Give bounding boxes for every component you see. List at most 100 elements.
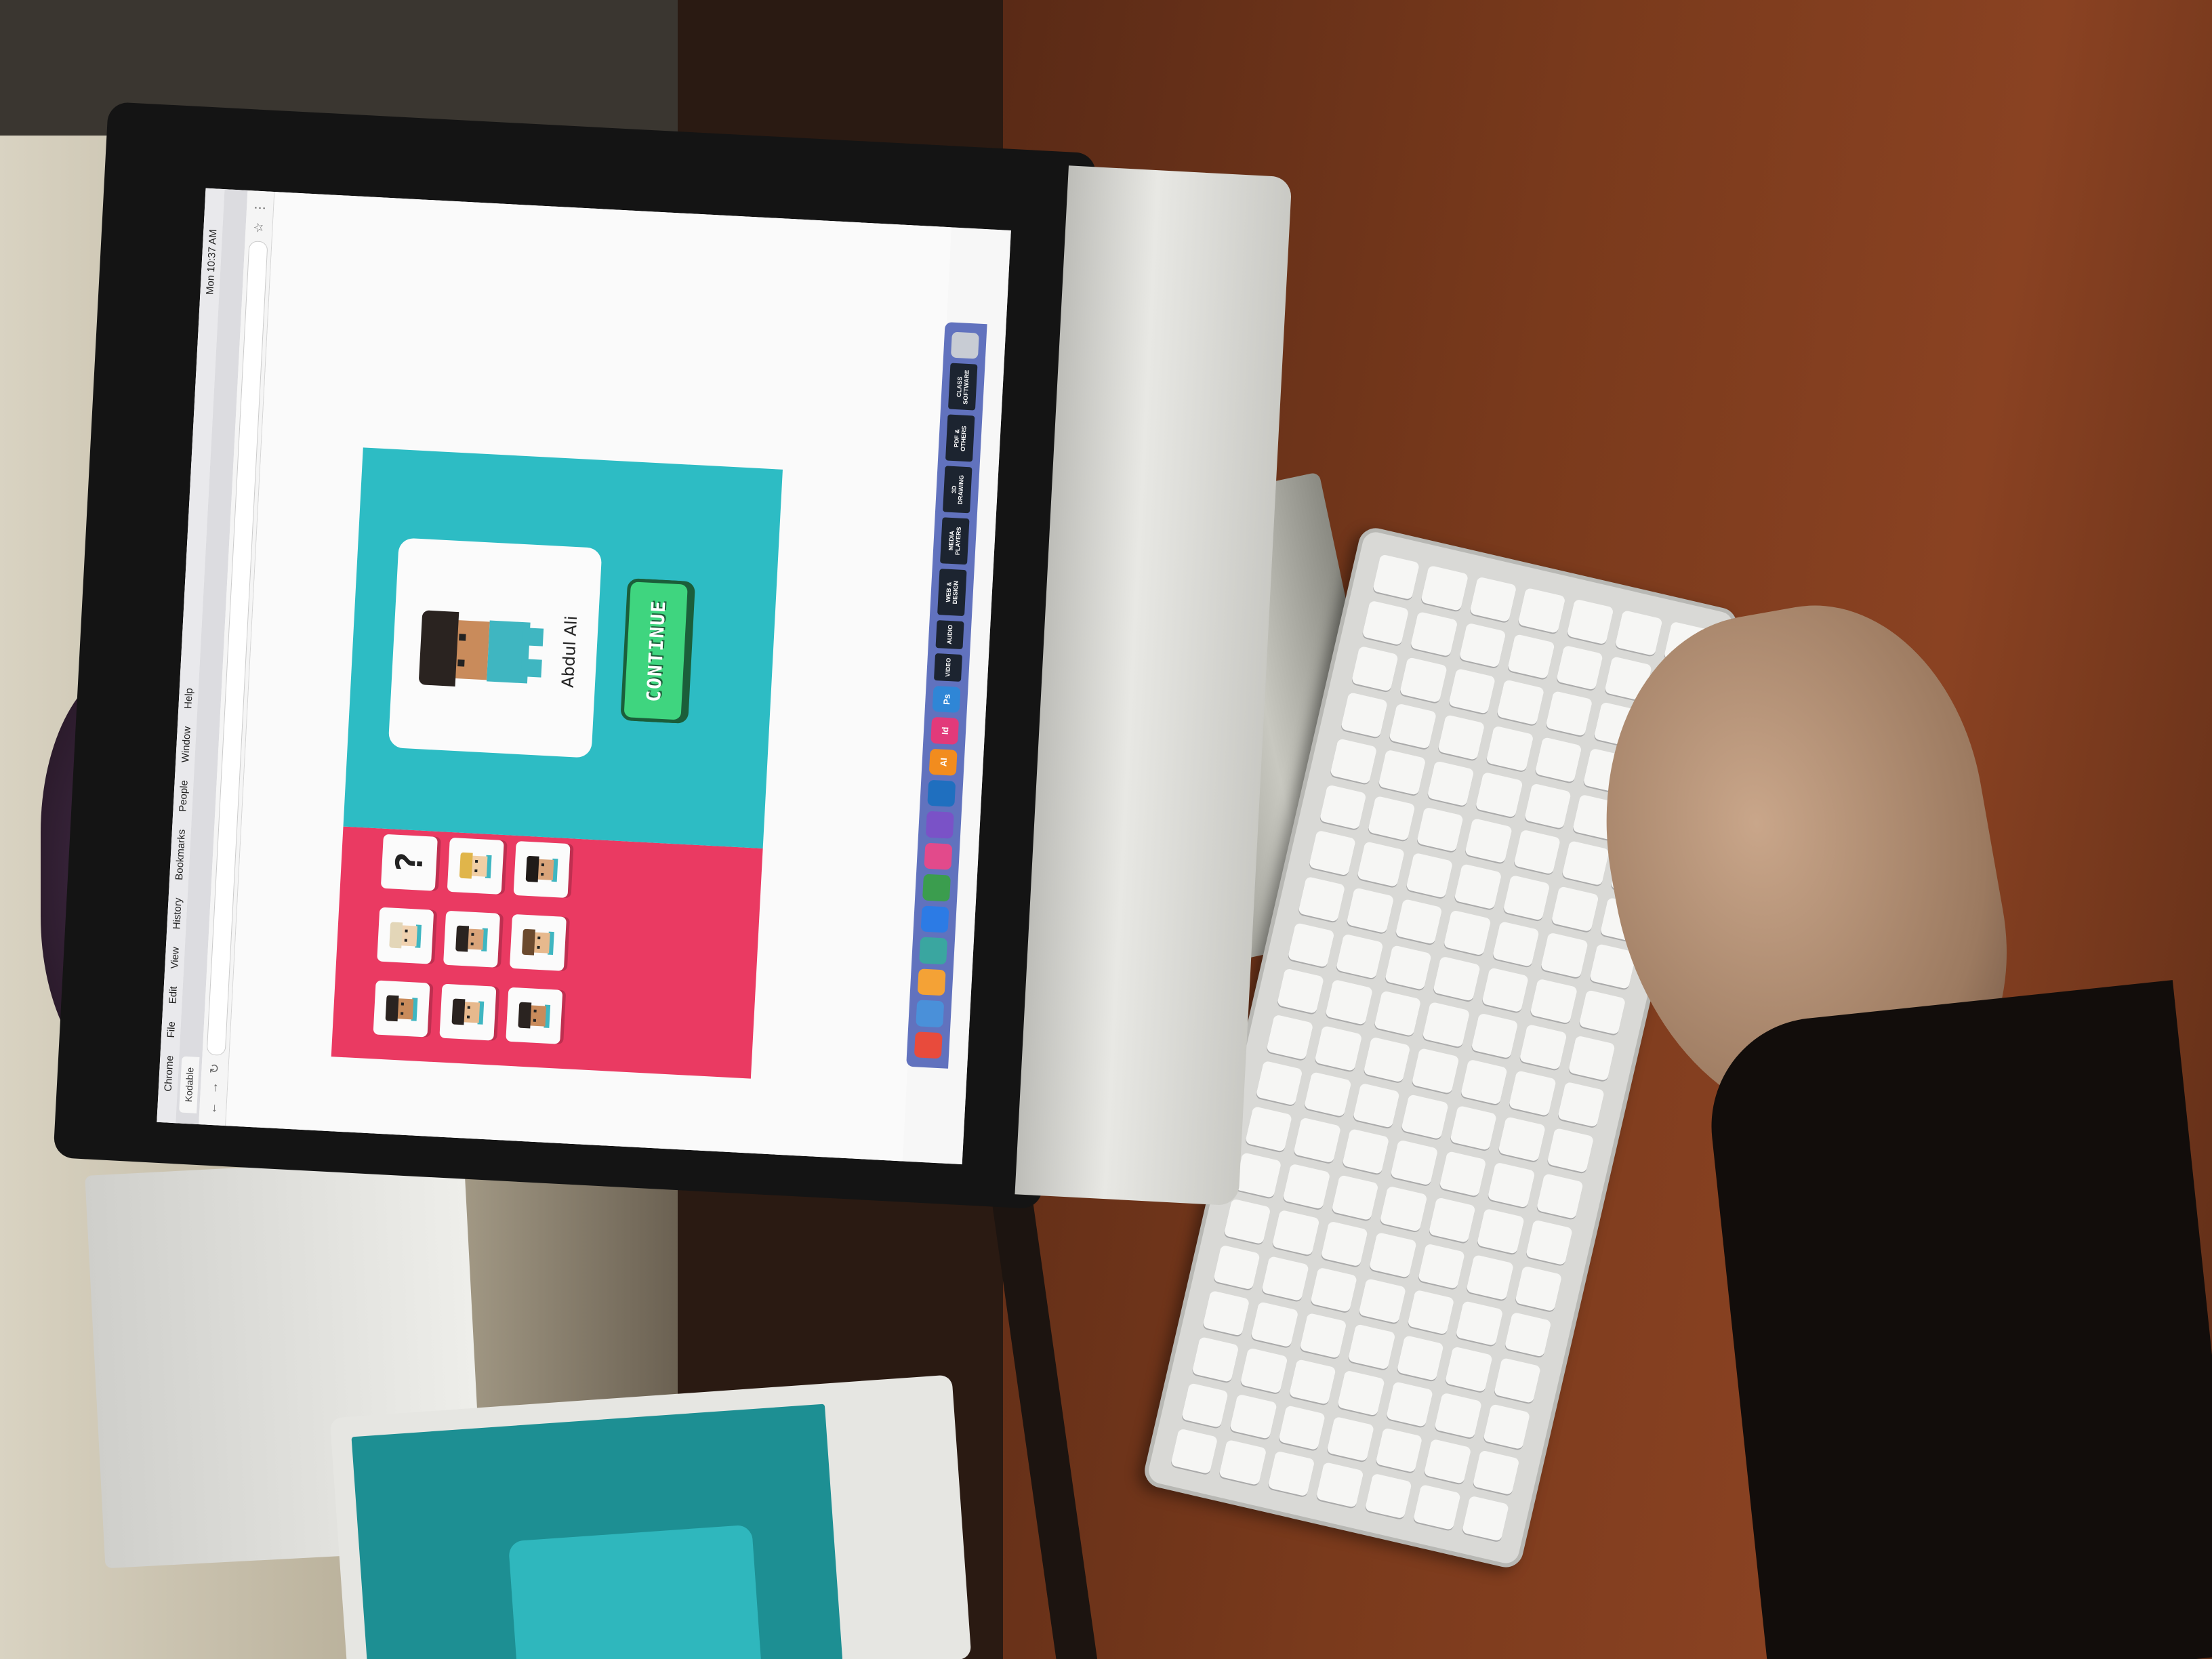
keyboard-key[interactable]: [1568, 1035, 1616, 1082]
keyboard-key[interactable]: [1385, 1381, 1434, 1427]
keyboard-key[interactable]: [1340, 692, 1389, 738]
keyboard-key[interactable]: [1561, 840, 1610, 886]
keyboard-key[interactable]: [1379, 1185, 1428, 1232]
keyboard-key[interactable]: [1407, 1289, 1455, 1335]
continue-button[interactable]: CONTINUE: [620, 578, 692, 724]
keyboard-key[interactable]: [1410, 611, 1458, 657]
dock-app-icon[interactable]: [914, 1031, 943, 1059]
keyboard-key[interactable]: [1578, 989, 1626, 1036]
keyboard-key[interactable]: [1498, 1116, 1546, 1162]
menu-item[interactable]: Window: [180, 726, 193, 762]
keyboard-key[interactable]: [1466, 1254, 1514, 1300]
avatar-tile[interactable]: [513, 840, 571, 899]
keyboard-key[interactable]: [1536, 1173, 1584, 1220]
keyboard-key[interactable]: [1493, 1357, 1541, 1404]
keyboard-key[interactable]: [1469, 576, 1517, 623]
keyboard-key[interactable]: [1240, 1347, 1288, 1394]
keyboard-key[interactable]: [1170, 1428, 1218, 1475]
dock-folder[interactable]: 3D DRAWING: [943, 466, 972, 514]
keyboard-key[interactable]: [1486, 725, 1534, 772]
keyboard-key[interactable]: [1375, 1427, 1423, 1473]
keyboard-key[interactable]: [1396, 1335, 1444, 1381]
keyboard-key[interactable]: [1475, 771, 1523, 818]
keyboard-key[interactable]: [1304, 1071, 1352, 1118]
keyboard-key[interactable]: [1395, 898, 1443, 945]
keyboard-key[interactable]: [1444, 1346, 1493, 1393]
keyboard-key[interactable]: [1372, 554, 1420, 600]
keyboard-key[interactable]: [1460, 1059, 1508, 1105]
dock-app-icon[interactable]: [919, 937, 948, 965]
menubar-clock[interactable]: Mon 10:37 AM: [204, 229, 219, 295]
keyboard-key[interactable]: [1471, 1012, 1519, 1059]
browser-tab[interactable]: Kodable: [179, 1056, 200, 1113]
keyboard-key[interactable]: [1337, 1370, 1385, 1416]
menu-item[interactable]: View: [169, 947, 182, 969]
menu-dots-icon[interactable]: ⋮: [253, 201, 268, 214]
keyboard-key[interactable]: [1454, 863, 1502, 910]
menu-item[interactable]: Edit: [167, 986, 179, 1004]
keyboard-key[interactable]: [1390, 1139, 1439, 1186]
keyboard-key[interactable]: [1229, 1393, 1277, 1440]
keyboard-key[interactable]: [1378, 749, 1427, 796]
keyboard-key[interactable]: [1517, 587, 1566, 634]
keyboard-key[interactable]: [1492, 920, 1540, 967]
keyboard-key[interactable]: [1434, 1392, 1482, 1439]
keyboard-key[interactable]: [1433, 956, 1481, 1002]
keyboard-key[interactable]: [1525, 1219, 1573, 1266]
keyboard-key[interactable]: [1420, 565, 1469, 611]
keyboard-key[interactable]: [1315, 1462, 1364, 1508]
back-icon[interactable]: ←: [205, 1102, 220, 1115]
keyboard-key[interactable]: [1261, 1255, 1309, 1302]
keyboard-key[interactable]: [1422, 1002, 1471, 1048]
keyboard-key[interactable]: [1443, 909, 1492, 956]
keyboard-key[interactable]: [1287, 922, 1336, 968]
keyboard-key[interactable]: [1555, 644, 1604, 691]
keyboard-key[interactable]: [1363, 1036, 1411, 1083]
keyboard-key[interactable]: [1540, 932, 1589, 979]
keyboard-key[interactable]: [1544, 691, 1593, 737]
keyboard-key[interactable]: [1364, 1473, 1412, 1519]
keyboard-key[interactable]: [1250, 1301, 1299, 1348]
keyboard-key[interactable]: [1614, 610, 1663, 656]
keyboard-key[interactable]: [1472, 1449, 1520, 1496]
keyboard-key[interactable]: [1351, 646, 1399, 692]
keyboard-key[interactable]: [1487, 1162, 1536, 1208]
dock-folder[interactable]: PDF & OTHERS: [945, 414, 975, 462]
keyboard-key[interactable]: [1509, 1070, 1557, 1116]
keyboard-key[interactable]: [1181, 1382, 1229, 1429]
keyboard-key[interactable]: [1277, 1404, 1326, 1451]
keyboard-key[interactable]: [1325, 979, 1373, 1025]
trash-icon[interactable]: [950, 331, 979, 360]
mystery-avatar-tile[interactable]: ?: [380, 834, 438, 891]
keyboard-key[interactable]: [1346, 887, 1395, 933]
keyboard-key[interactable]: [1417, 1243, 1466, 1289]
keyboard-key[interactable]: [1369, 1231, 1417, 1278]
keyboard-key[interactable]: [1416, 806, 1465, 853]
keyboard-key[interactable]: [1437, 714, 1486, 760]
keyboard-key[interactable]: [1319, 784, 1368, 830]
keyboard-key[interactable]: [1502, 874, 1551, 921]
keyboard-key[interactable]: [1504, 1311, 1552, 1357]
keyboard-key[interactable]: [1244, 1106, 1293, 1153]
keyboard-key[interactable]: [1496, 679, 1544, 726]
keyboard-key[interactable]: [1530, 978, 1578, 1024]
dock-app-icon[interactable]: Id: [930, 717, 960, 745]
avatar-tile[interactable]: [439, 983, 497, 1041]
keyboard-key[interactable]: [1465, 817, 1513, 864]
menu-item[interactable]: Help: [182, 688, 195, 710]
reload-icon[interactable]: ↻: [207, 1063, 222, 1074]
keyboard-key[interactable]: [1476, 1208, 1525, 1254]
avatar-tile[interactable]: [373, 980, 430, 1038]
keyboard-key[interactable]: [1384, 944, 1433, 991]
keyboard-key[interactable]: [1374, 990, 1422, 1037]
dock-folder[interactable]: WEB & DESIGN: [937, 568, 967, 616]
menu-item[interactable]: People: [177, 780, 190, 813]
keyboard-key[interactable]: [1411, 1048, 1460, 1094]
keyboard-key[interactable]: [1566, 598, 1614, 645]
keyboard-key[interactable]: [1266, 1014, 1314, 1061]
keyboard-key[interactable]: [1288, 1359, 1337, 1405]
forward-icon[interactable]: →: [207, 1082, 222, 1094]
dock-app-icon[interactable]: AI: [928, 748, 958, 776]
keyboard-key[interactable]: [1546, 1127, 1595, 1174]
keyboard-key[interactable]: [1401, 1094, 1449, 1140]
